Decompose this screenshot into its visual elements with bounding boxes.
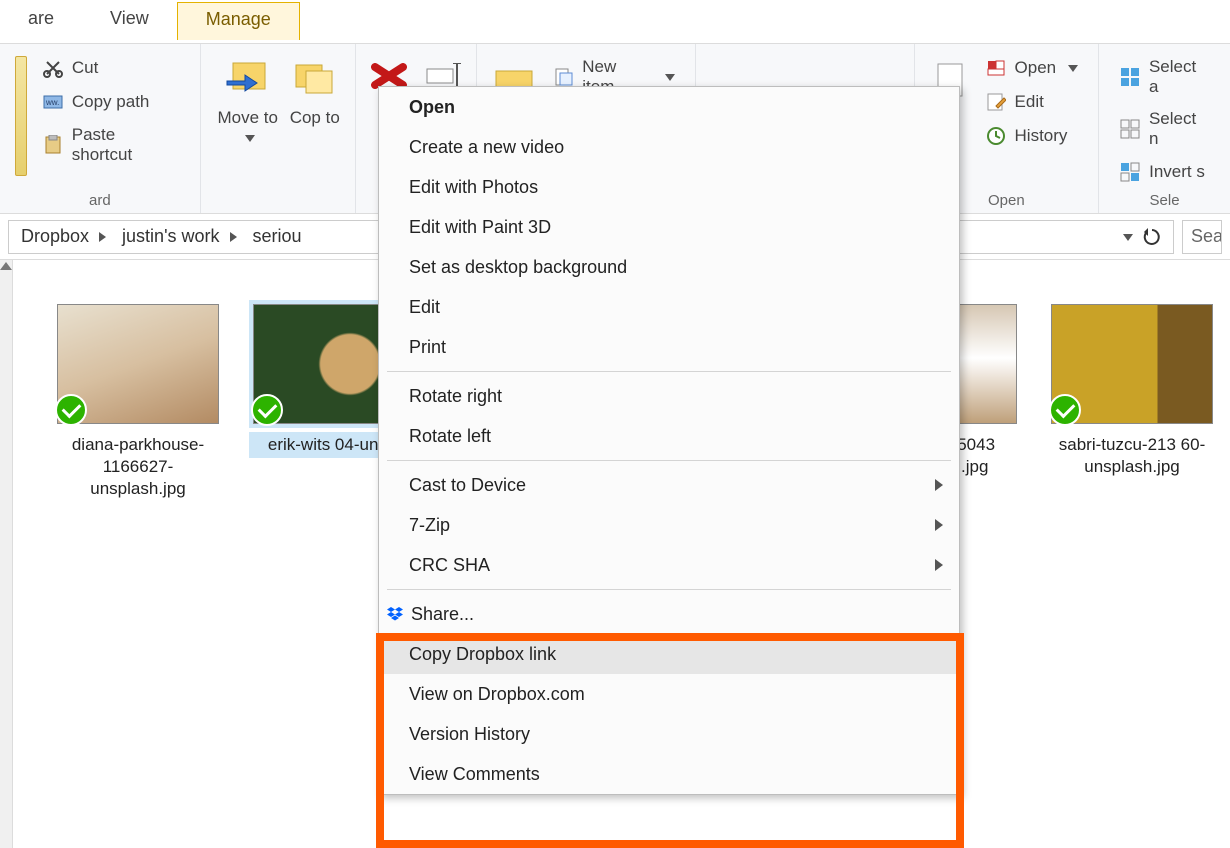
copy-path-button[interactable]: ww. Copy path <box>38 88 184 116</box>
ribbon-select-group-label: Sele <box>1109 192 1220 213</box>
tab-view[interactable]: View <box>82 2 177 39</box>
copy-to-button[interactable]: Cop to <box>285 50 345 128</box>
search-input[interactable]: Sea <box>1182 220 1222 254</box>
select-all-label: Select a <box>1149 57 1210 97</box>
move-to-icon <box>224 56 272 104</box>
move-to-button[interactable]: Move to <box>211 50 285 149</box>
file-item[interactable]: diana-parkhouse-1166627-unsplash.jpg <box>53 300 223 502</box>
refresh-icon[interactable] <box>1143 228 1161 246</box>
ctx-view-comments[interactable]: View Comments <box>379 754 959 794</box>
select-all-button[interactable]: Select a <box>1115 54 1214 100</box>
copy-to-icon <box>291 56 339 104</box>
ribbon-group-select: Select a Select n Invert s Sele <box>1098 44 1230 213</box>
nav-scrollbar[interactable] <box>0 260 13 848</box>
chevron-down-icon <box>1068 65 1078 72</box>
sync-ok-icon <box>55 394 87 426</box>
ctx-view-on-dropbox[interactable]: View on Dropbox.com <box>379 674 959 714</box>
scissors-icon <box>42 57 64 79</box>
select-none-label: Select n <box>1149 109 1210 149</box>
history-button[interactable]: History <box>981 122 1083 150</box>
invert-selection-icon <box>1119 161 1141 183</box>
paste-shortcut-button[interactable]: Paste shortcut <box>38 122 184 168</box>
open-label: Open <box>1015 58 1057 78</box>
ribbon-group-organize: Move to Cop to <box>200 44 355 213</box>
select-none-button[interactable]: Select n <box>1115 106 1214 152</box>
crumb-current[interactable]: seriou <box>249 226 306 247</box>
file-item[interactable]: sabri-tuzcu-213 60-unsplash.jpg <box>1047 300 1217 480</box>
address-dropdown-icon[interactable] <box>1119 226 1133 247</box>
paste-shortcut-label: Paste shortcut <box>72 125 180 165</box>
scroll-up-icon[interactable] <box>0 262 12 270</box>
edit-label: Edit <box>1015 92 1044 112</box>
ribbon-group-clipboard: Cut ww. Copy path Paste shortcut ard <box>0 44 200 213</box>
history-icon <box>985 125 1007 147</box>
context-menu: Open Create a new video Edit with Photos… <box>378 86 960 795</box>
ctx-rotate-left[interactable]: Rotate left <box>379 416 959 456</box>
title-tabs: are View Manage <box>0 0 1230 44</box>
clipboard-icon <box>42 134 64 156</box>
select-all-icon <box>1119 66 1141 88</box>
crumb-dropbox[interactable]: Dropbox <box>17 226 118 247</box>
edit-button[interactable]: Edit <box>981 88 1083 116</box>
ctx-edit[interactable]: Edit <box>379 287 959 327</box>
invert-selection-label: Invert s <box>1149 162 1205 182</box>
ctx-7zip[interactable]: 7-Zip <box>379 505 959 545</box>
tab-manage[interactable]: Manage <box>177 2 300 40</box>
svg-text:ww.: ww. <box>45 98 59 107</box>
file-name: sabri-tuzcu-213 60-unsplash.jpg <box>1047 432 1217 480</box>
move-to-label: Move to <box>211 108 285 149</box>
copy-path-icon: ww. <box>42 91 64 113</box>
ctx-edit-paint3d[interactable]: Edit with Paint 3D <box>379 207 959 247</box>
ctx-share-label: Share... <box>411 604 474 625</box>
ctx-rotate-right[interactable]: Rotate right <box>379 376 959 416</box>
paste-icon <box>15 56 27 176</box>
select-none-icon <box>1119 118 1141 140</box>
chevron-down-icon <box>665 74 675 81</box>
crumb-justins-work[interactable]: justin's work <box>118 226 248 247</box>
cut-button[interactable]: Cut <box>38 54 184 82</box>
ctx-share[interactable]: Share... <box>379 594 959 634</box>
chevron-down-icon <box>245 135 255 142</box>
ctx-print[interactable]: Print <box>379 327 959 367</box>
ctx-version-history[interactable]: Version History <box>379 714 959 754</box>
ctx-copy-dropbox-link[interactable]: Copy Dropbox link <box>379 634 959 674</box>
ctx-edit-photos[interactable]: Edit with Photos <box>379 167 959 207</box>
ctx-set-desktop-bg[interactable]: Set as desktop background <box>379 247 959 287</box>
file-name: diana-parkhouse-1166627-unsplash.jpg <box>53 432 223 502</box>
ribbon-organize-label <box>211 209 345 213</box>
ribbon-clipboard-label: ard <box>10 192 190 213</box>
ctx-cast-to-device[interactable]: Cast to Device <box>379 465 959 505</box>
open-icon <box>985 57 1007 79</box>
new-item-icon <box>552 66 574 88</box>
dropbox-icon <box>385 606 405 622</box>
edit-pencil-icon <box>985 91 1007 113</box>
sync-ok-icon <box>1049 394 1081 426</box>
tab-share[interactable]: are <box>0 2 82 39</box>
sync-ok-icon <box>251 394 283 426</box>
copy-to-label: Cop to <box>290 108 340 128</box>
ctx-create-video[interactable]: Create a new video <box>379 127 959 167</box>
paste-button[interactable] <box>10 50 32 176</box>
copy-path-label: Copy path <box>72 92 150 112</box>
history-label: History <box>1015 126 1068 146</box>
ctx-open[interactable]: Open <box>379 87 959 127</box>
open-button[interactable]: Open <box>981 54 1083 82</box>
ctx-crc-sha[interactable]: CRC SHA <box>379 545 959 585</box>
cut-label: Cut <box>72 58 98 78</box>
invert-selection-button[interactable]: Invert s <box>1115 158 1214 186</box>
